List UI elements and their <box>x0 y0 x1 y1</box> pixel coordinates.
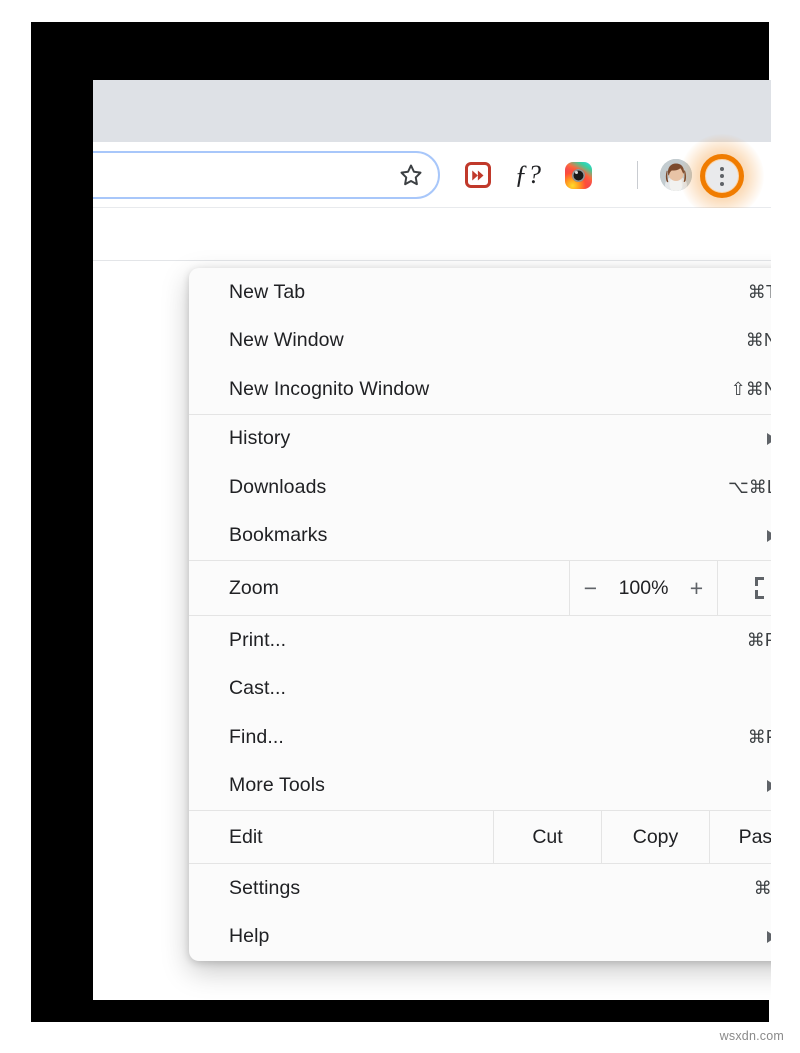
menu-item-new-incognito-window[interactable]: New Incognito Window ⇧⌘N <box>189 365 771 414</box>
menu-item-accelerator: ⇧⌘N <box>730 378 771 399</box>
menu-item-accelerator: ⌘P <box>746 629 771 650</box>
menu-item-more-tools[interactable]: More Tools <box>189 762 771 811</box>
menu-item-label: Find... <box>229 725 284 748</box>
three-dot-icon[interactable] <box>706 160 738 192</box>
three-dot-menu-button[interactable] <box>680 134 764 218</box>
menu-item-new-tab[interactable]: New Tab ⌘T <box>189 268 771 317</box>
submenu-arrow-icon <box>767 930 771 943</box>
menu-group-tools: Print... ⌘P Cast... Find... ⌘F More Tool… <box>189 616 771 810</box>
watermark: wsxdn.com <box>719 1029 784 1043</box>
camera-extension-icon[interactable] <box>563 160 593 190</box>
menu-item-accelerator: ⌘, <box>753 877 771 898</box>
browser-toolbar: ƒ? <box>93 134 771 218</box>
menu-item-settings[interactable]: Settings ⌘, <box>189 864 771 913</box>
menu-group-browse: History Downloads ⌥⌘L Bookmarks <box>189 415 771 561</box>
menu-item-history[interactable]: History <box>189 415 771 464</box>
menu-item-label: Cast... <box>229 677 287 700</box>
edit-label: Edit <box>229 825 263 848</box>
submenu-arrow-icon <box>767 529 771 542</box>
menu-item-label: New Window <box>229 329 344 352</box>
bookmark-star-icon[interactable] <box>398 162 424 188</box>
menu-item-label: History <box>229 427 291 450</box>
menu-item-bookmarks[interactable]: Bookmarks <box>189 512 771 561</box>
fullscreen-button[interactable] <box>717 561 771 615</box>
zoom-level-value: 100% <box>618 576 669 599</box>
menu-item-label: Help <box>229 925 270 948</box>
menu-item-label: Downloads <box>229 475 327 498</box>
menu-item-accelerator: ⌥⌘L <box>727 476 771 497</box>
submenu-arrow-icon <box>767 779 771 792</box>
copy-button[interactable]: Copy <box>601 811 709 863</box>
f-question-extension-icon[interactable]: ƒ? <box>513 160 543 190</box>
address-bar[interactable] <box>93 151 440 199</box>
menu-item-print[interactable]: Print... ⌘P <box>189 616 771 665</box>
zoom-out-button[interactable]: − <box>581 576 601 600</box>
menu-group-zoom: Zoom − 100% + <box>189 561 771 615</box>
menu-item-find[interactable]: Find... ⌘F <box>189 713 771 762</box>
menu-item-label: Bookmarks <box>229 524 328 547</box>
menu-item-label: More Tools <box>229 774 326 797</box>
menu-item-label: Print... <box>229 628 287 651</box>
page-content-divider <box>93 260 771 261</box>
fast-forward-extension-icon[interactable] <box>463 160 493 190</box>
menu-group-new: New Tab ⌘T New Window ⌘N New Incognito W… <box>189 268 771 414</box>
menu-item-cast[interactable]: Cast... <box>189 665 771 714</box>
extension-icons: ƒ? <box>463 142 593 208</box>
zoom-in-button[interactable]: + <box>687 576 707 600</box>
zoom-label: Zoom <box>229 576 279 599</box>
menu-item-downloads[interactable]: Downloads ⌥⌘L <box>189 463 771 512</box>
menu-item-label: New Incognito Window <box>229 377 430 400</box>
menu-group-settings: Settings ⌘, Help <box>189 864 771 961</box>
tab-strip <box>93 80 771 142</box>
menu-item-label: New Tab <box>229 280 306 303</box>
chrome-main-menu: New Tab ⌘T New Window ⌘N New Incognito W… <box>189 268 771 961</box>
menu-item-accelerator: ⌘N <box>745 330 771 351</box>
menu-item-accelerator: ⌘F <box>747 726 771 747</box>
screenshot-letterbox-frame: ƒ? New Tab ⌘ New Window ⌘N New Incognito… <box>31 22 771 1022</box>
menu-group-edit: Edit Cut Copy Paste <box>189 811 771 863</box>
menu-item-accelerator: ⌘T <box>747 281 771 302</box>
menu-item-help[interactable]: Help <box>189 913 771 962</box>
menu-item-label: Settings <box>229 876 301 899</box>
browser-window: ƒ? New Tab ⌘ New Window ⌘N New Incognito… <box>93 80 771 1000</box>
menu-item-new-window[interactable]: New Window ⌘N <box>189 317 771 366</box>
cut-button[interactable]: Cut <box>493 811 601 863</box>
fullscreen-icon <box>754 577 772 599</box>
toolbar-divider <box>637 161 638 189</box>
zoom-controls: − 100% + <box>569 561 717 615</box>
submenu-arrow-icon <box>767 432 771 445</box>
paste-button[interactable]: Paste <box>709 811 771 863</box>
